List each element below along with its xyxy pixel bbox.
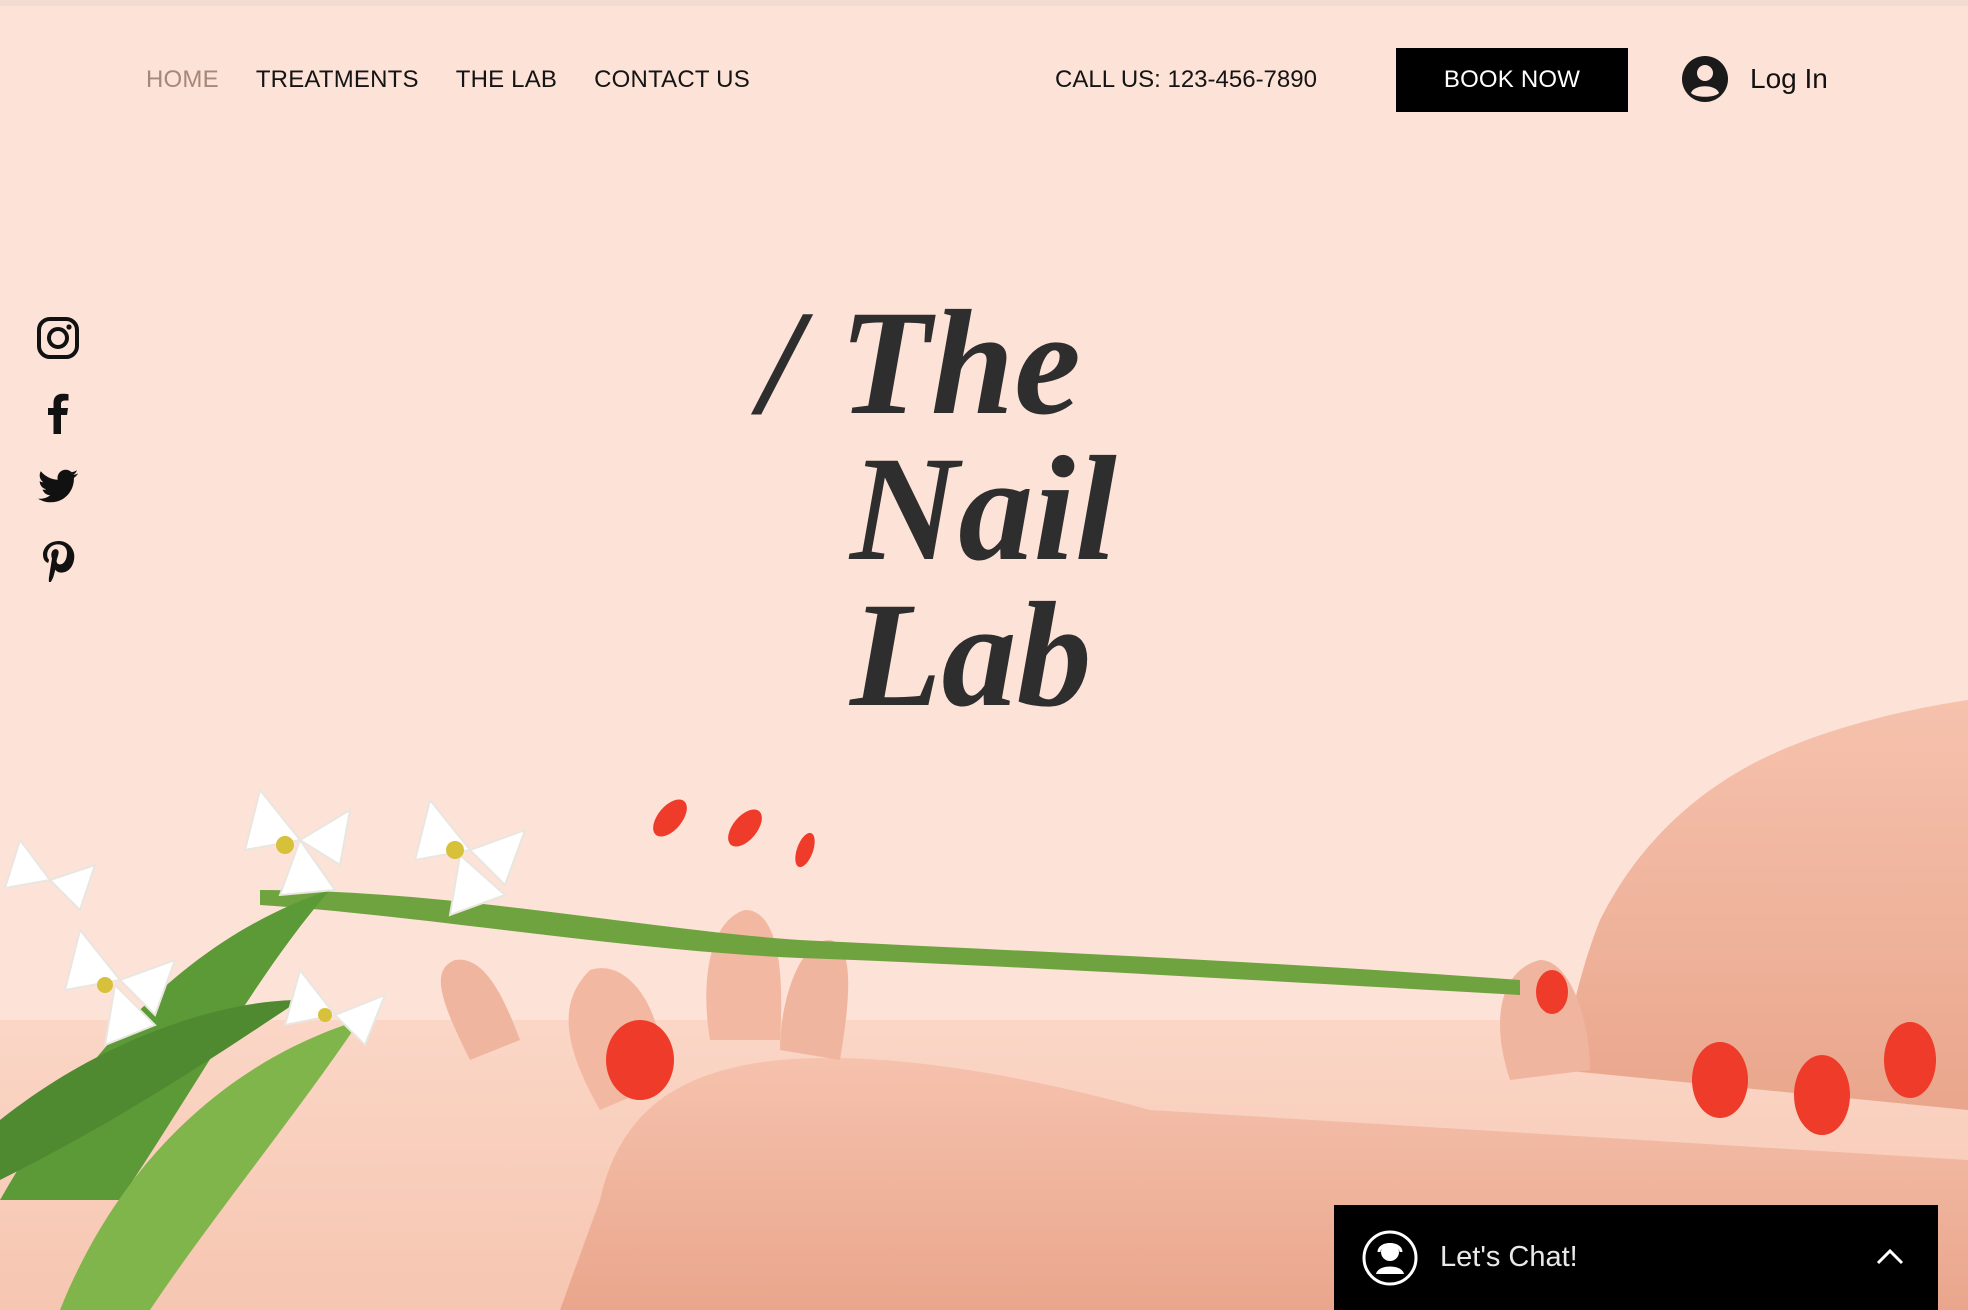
pinterest-icon[interactable]	[36, 538, 80, 582]
hero-title-line1: / The	[760, 280, 1081, 446]
instagram-icon[interactable]	[36, 316, 80, 360]
social-links	[36, 316, 82, 582]
nav-treatments-link[interactable]: TREATMENTS	[256, 66, 419, 94]
hero-title-line2: Nail	[850, 426, 1117, 592]
chat-widget[interactable]: Let's Chat!	[1334, 1205, 1938, 1310]
top-border	[0, 0, 1968, 6]
nav-home-link[interactable]: HOME	[146, 66, 219, 94]
nav-contact-us-link[interactable]: CONTACT US	[594, 66, 750, 94]
user-avatar-icon	[1682, 56, 1728, 102]
twitter-icon[interactable]	[36, 464, 80, 508]
nav-the-lab-link[interactable]: THE LAB	[456, 66, 557, 94]
call-us-phone[interactable]: CALL US: 123-456-7890	[1055, 62, 1317, 98]
main-nav: HOME TREATMENTS THE LAB CONTACT US	[146, 62, 750, 98]
book-now-button[interactable]: BOOK NOW	[1396, 48, 1628, 112]
chat-label: Let's Chat!	[1440, 1241, 1578, 1273]
login-label: Log In	[1750, 63, 1828, 94]
facebook-icon[interactable]	[36, 390, 80, 434]
chat-agent-icon	[1362, 1230, 1418, 1285]
chevron-up-icon[interactable]	[1874, 1241, 1906, 1273]
login-button[interactable]: Log In	[1682, 53, 1828, 105]
